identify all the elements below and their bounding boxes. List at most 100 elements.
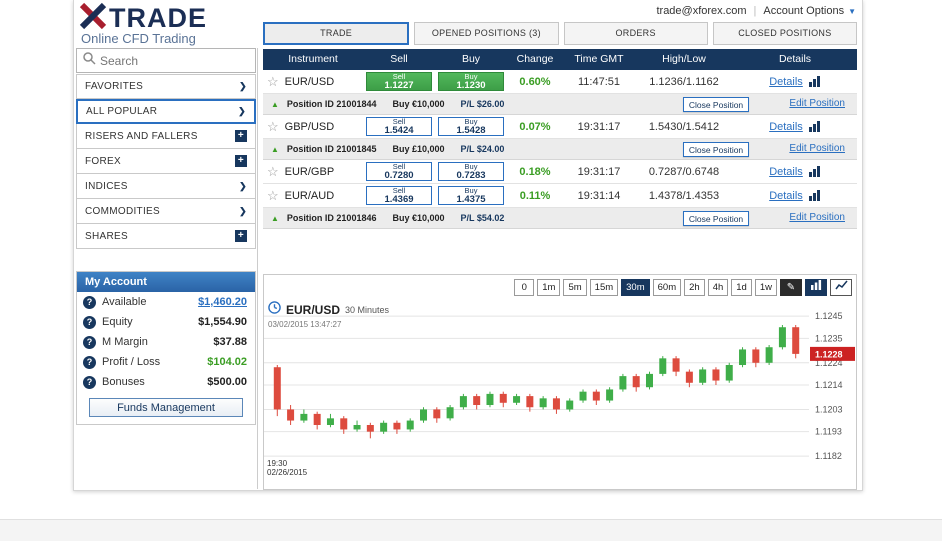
buy-price: 1.1230: [456, 79, 486, 91]
high-low-value: 0.7287/0.6748: [648, 165, 720, 178]
position-pl: P/L $26.00: [460, 99, 505, 109]
chart-icon[interactable]: [808, 120, 821, 133]
help-icon[interactable]: ?: [83, 355, 96, 369]
quote-row-eurusd: ☆ EUR/USD Sell 1.1227 Buy 1.1230 0.60% 1…: [263, 70, 857, 94]
page-footer-strip: [0, 519, 942, 541]
up-triangle-icon: ▲: [271, 213, 279, 223]
edit-position-link[interactable]: Edit Position: [789, 212, 845, 223]
main-panel: Instrument Sell Buy Change Time GMT High…: [263, 49, 857, 490]
sell-price: 1.4369: [384, 193, 414, 205]
timeframe-1d[interactable]: 1d: [731, 278, 752, 296]
sell-price: 1.5424: [384, 124, 414, 136]
position-row-21001845: ▲ Position ID 21001845 Buy £10,000 P/L $…: [263, 139, 857, 160]
quote-row-eurgbp: ☆ EUR/GBP Sell 0.7280 Buy 0.7283 0.18% 1…: [263, 160, 857, 184]
available-value-link[interactable]: $1,460.20: [198, 296, 247, 308]
sell-button-eurusd[interactable]: Sell 1.1227: [366, 72, 432, 91]
timeframe-60m[interactable]: 60m: [652, 278, 682, 296]
sell-button-eurgbp[interactable]: Sell 0.7280: [366, 162, 432, 181]
high-low-value: 1.5430/1.5412: [648, 120, 720, 133]
sidebar-item-commodities[interactable]: COMMODITIES ❯: [76, 199, 256, 224]
time-gmt-value: 19:31:17: [577, 165, 621, 178]
funds-management-button[interactable]: Funds Management: [89, 398, 243, 417]
instrument-name: EUR/GBP: [284, 165, 335, 178]
sidebar-item-forex[interactable]: FOREX +: [76, 149, 256, 174]
search-input[interactable]: [100, 53, 255, 68]
buy-button-gbpusd[interactable]: Buy 1.5428: [438, 117, 504, 136]
help-icon[interactable]: ?: [83, 315, 96, 329]
sidebar-item-all-popular[interactable]: ALL POPULAR ❯: [76, 99, 256, 124]
draw-pencil-button[interactable]: ✎: [780, 278, 802, 296]
tab-orders[interactable]: ORDERS: [563, 22, 708, 45]
sell-price: 1.1227: [384, 79, 414, 91]
timeframe-0[interactable]: 0: [514, 278, 535, 296]
line-view-button[interactable]: [830, 278, 852, 296]
position-pl: P/L $54.02: [460, 213, 505, 223]
timeframe-1w[interactable]: 1w: [754, 278, 777, 296]
favorite-star-icon[interactable]: ☆: [267, 119, 279, 135]
edit-position-link[interactable]: Edit Position: [789, 143, 845, 154]
timeframe-4h[interactable]: 4h: [707, 278, 729, 296]
sidebar-item-shares[interactable]: SHARES +: [76, 224, 256, 249]
svg-text:1.1214: 1.1214: [815, 380, 843, 390]
favorite-star-icon[interactable]: ☆: [267, 164, 279, 180]
timeframe-2h[interactable]: 2h: [684, 278, 705, 296]
header-buy: Buy: [461, 53, 481, 65]
sell-button-euraud[interactable]: Sell 1.4369: [366, 186, 432, 205]
instrument-categories: FAVORITES ❯ ALL POPULAR ❯ RISERS AND FAL…: [76, 74, 257, 249]
position-id: Position ID 21001845: [286, 144, 377, 154]
high-low-value: 1.4378/1.4353: [648, 189, 720, 202]
trading-app-window: TRADE Online CFD Trading trade@xforex.co…: [73, 0, 863, 491]
buy-button-eurusd[interactable]: Buy 1.1230: [438, 72, 504, 91]
chart-icon[interactable]: [808, 75, 821, 88]
help-icon[interactable]: ?: [83, 295, 96, 309]
details-link[interactable]: Details: [769, 166, 803, 178]
quote-row-gbpusd: ☆ GBP/USD Sell 1.5424 Buy 1.5428 0.07% 1…: [263, 115, 857, 139]
details-link[interactable]: Details: [769, 121, 803, 133]
tab-bar: TRADE OPENED POSITIONS (3) ORDERS CLOSED…: [263, 22, 857, 45]
details-link[interactable]: Details: [769, 190, 803, 202]
account-options-menu[interactable]: Account Options ▼: [763, 5, 856, 17]
my-account-title: My Account: [77, 272, 255, 292]
chart-icon[interactable]: [808, 189, 821, 202]
buy-button-eurgbp[interactable]: Buy 0.7283: [438, 162, 504, 181]
close-position-button[interactable]: Close Position: [683, 142, 749, 157]
help-icon[interactable]: ?: [83, 335, 96, 349]
svg-text:1.1245: 1.1245: [815, 311, 843, 321]
sidebar-item-indices[interactable]: INDICES ❯: [76, 174, 256, 199]
available-label: Available: [102, 296, 147, 308]
user-email: trade@xforex.com: [656, 5, 747, 17]
timeframe-1m[interactable]: 1m: [537, 278, 561, 296]
timeframe-bar: 0 1m 5m 15m 30m 60m 2h 4h 1d 1w ✎: [264, 275, 856, 299]
timeframe-5m[interactable]: 5m: [563, 278, 587, 296]
favorite-star-icon[interactable]: ☆: [267, 74, 279, 90]
sidebar-item-favorites[interactable]: FAVORITES ❯: [76, 74, 256, 99]
tab-closed-positions[interactable]: CLOSED POSITIONS: [712, 22, 857, 45]
help-icon[interactable]: ?: [83, 375, 96, 389]
sidebar-item-risers-and-fallers[interactable]: RISERS AND FALLERS +: [76, 124, 256, 149]
pencil-icon: ✎: [786, 281, 796, 293]
x-axis-time: 19:30: [267, 459, 288, 468]
chart-icon[interactable]: [808, 165, 821, 178]
margin-value: $37.88: [213, 336, 247, 348]
sell-price: 0.7280: [384, 169, 414, 181]
chart-interval: 30 Minutes: [345, 305, 390, 315]
change-value: 0.60%: [519, 75, 551, 88]
timeframe-30m[interactable]: 30m: [621, 278, 650, 296]
svg-text:1.1228: 1.1228: [815, 349, 843, 359]
timeframe-15m[interactable]: 15m: [589, 278, 619, 296]
price-chart[interactable]: EUR/USD 30 Minutes 03/02/2015 13:47:27 1…: [264, 299, 856, 489]
close-position-button[interactable]: Close Position: [683, 211, 749, 226]
close-position-button[interactable]: Close Position: [683, 97, 749, 112]
edit-position-link[interactable]: Edit Position: [789, 98, 845, 109]
buy-button-euraud[interactable]: Buy 1.4375: [438, 186, 504, 205]
line-chart-icon: [834, 280, 848, 294]
details-link[interactable]: Details: [769, 76, 803, 88]
buy-price: 1.5428: [456, 124, 486, 136]
tab-trade[interactable]: TRADE: [263, 22, 410, 45]
sidebar-item-label: INDICES: [85, 180, 128, 192]
sell-button-gbpusd[interactable]: Sell 1.5424: [366, 117, 432, 136]
candlestick-view-button[interactable]: [805, 278, 827, 296]
favorite-star-icon[interactable]: ☆: [267, 188, 279, 204]
account-row-available: ? Available $1,460.20: [77, 292, 255, 312]
tab-opened-positions[interactable]: OPENED POSITIONS (3): [414, 22, 559, 45]
